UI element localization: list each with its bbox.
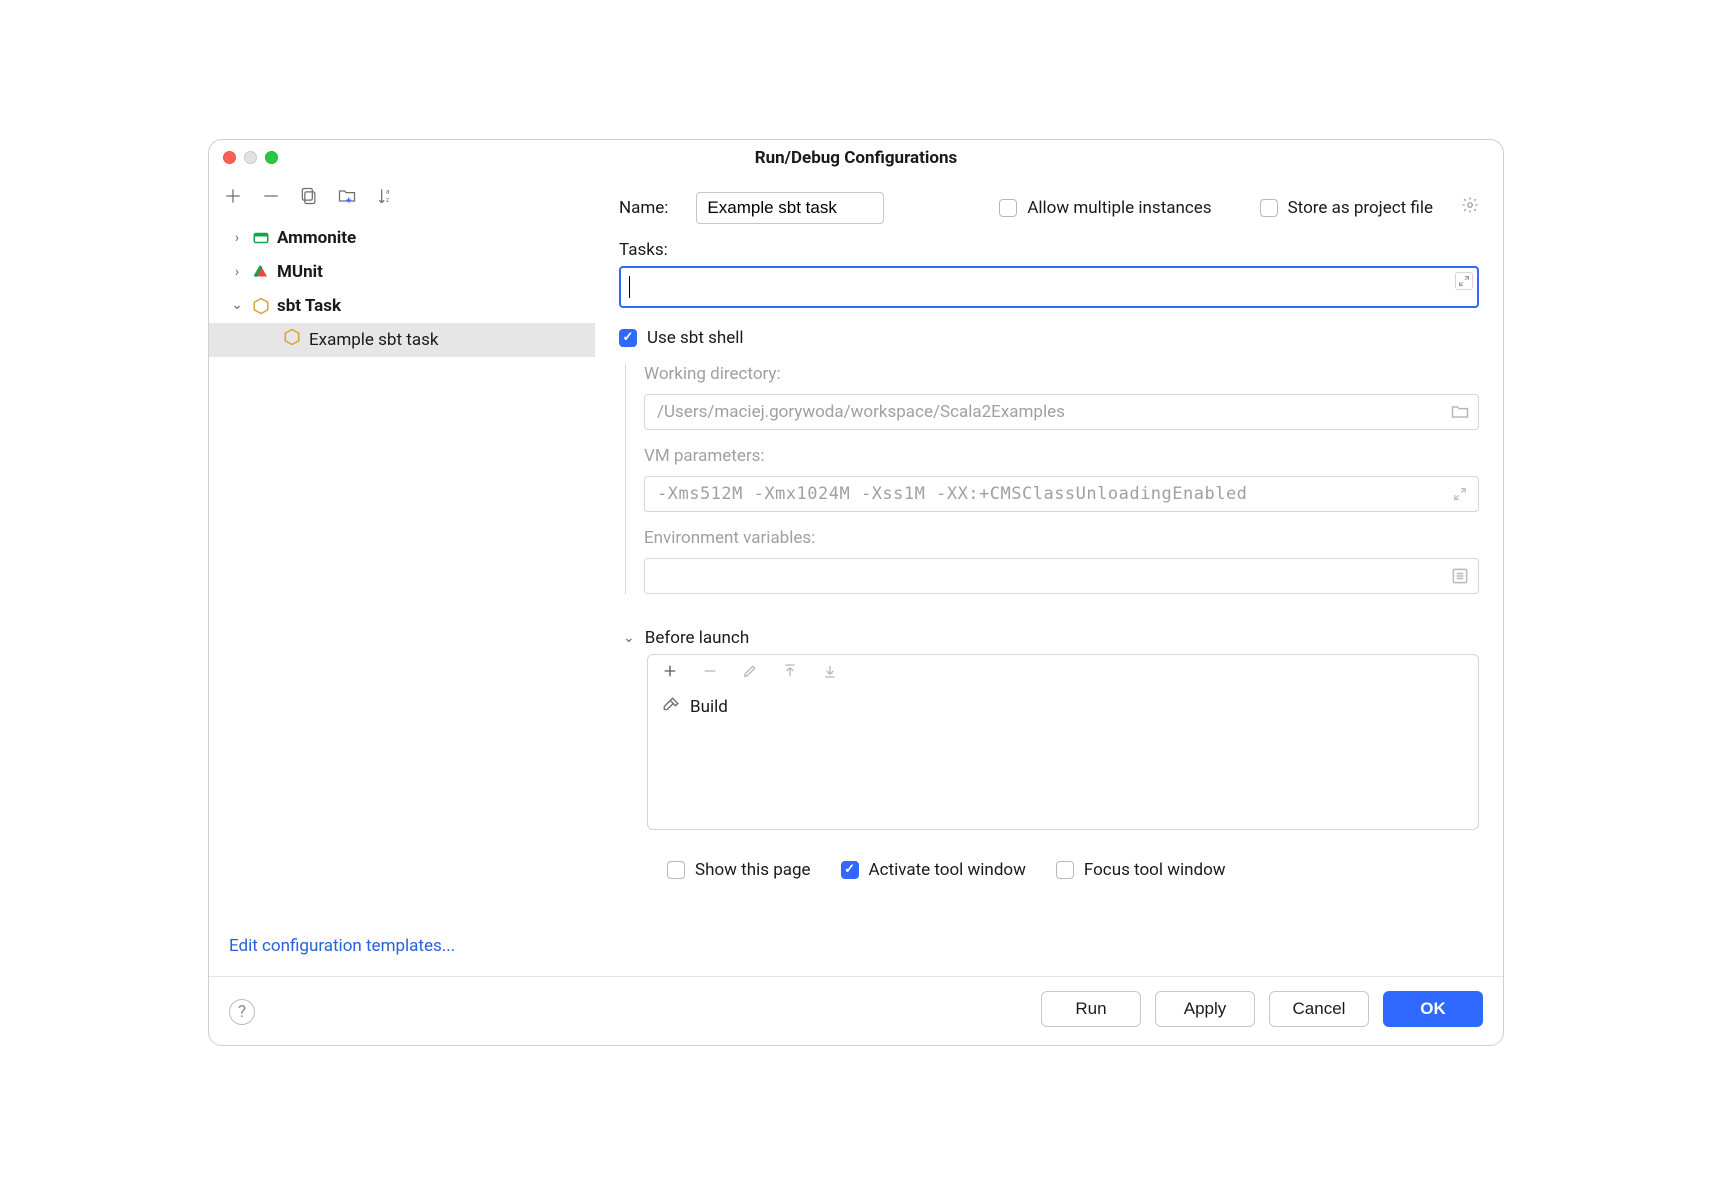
vm-params-label: VM parameters: — [644, 446, 1479, 466]
folder-icon — [1450, 402, 1470, 422]
list-icon — [1450, 566, 1470, 586]
config-tree[interactable]: › Ammonite › MUnit ⌄ — [209, 219, 595, 922]
chevron-right-icon: › — [229, 230, 245, 246]
checkbox-icon — [667, 861, 685, 879]
chevron-down-icon: ⌄ — [623, 630, 635, 646]
before-launch-list: Build — [647, 654, 1479, 830]
window-minimize-icon — [244, 151, 257, 164]
window-close-icon[interactable] — [223, 151, 236, 164]
checkbox-icon — [1260, 199, 1278, 217]
checkbox-icon — [841, 861, 859, 879]
checkbox-label: Focus tool window — [1084, 860, 1226, 880]
checkbox-label: Use sbt shell — [647, 328, 744, 348]
traffic-lights — [223, 151, 278, 164]
tree-node-label: MUnit — [277, 262, 323, 282]
checkbox-icon — [999, 199, 1017, 217]
before-launch-item-build[interactable]: Build — [648, 692, 1478, 723]
focus-tool-window-checkbox[interactable]: Focus tool window — [1056, 860, 1226, 880]
titlebar: Run/Debug Configurations — [209, 140, 1503, 176]
name-label: Name: — [619, 198, 668, 218]
sort-button[interactable]: az — [375, 186, 395, 211]
run-button[interactable]: Run — [1041, 991, 1141, 1027]
env-vars-label: Environment variables: — [644, 528, 1479, 548]
tree-node-munit[interactable]: › MUnit — [209, 255, 595, 289]
move-down-button — [822, 663, 838, 684]
activate-tool-window-checkbox[interactable]: Activate tool window — [841, 860, 1026, 880]
before-launch-header[interactable]: ⌄ Before launch — [619, 628, 1479, 648]
vm-params-value: -Xms512M -Xmx1024M -Xss1M -XX:+CMSClassU… — [657, 484, 1247, 504]
dialog-title: Run/Debug Configurations — [209, 148, 1503, 168]
checkbox-label: Allow multiple instances — [1027, 198, 1211, 218]
help-button[interactable]: ? — [229, 999, 255, 1025]
ok-button[interactable]: OK — [1383, 991, 1483, 1027]
dialog-buttonbar: Run Apply Cancel OK — [209, 976, 1503, 1045]
edit-templates-link[interactable]: Edit configuration templates... — [209, 922, 595, 976]
munit-icon — [251, 262, 271, 282]
sbt-shell-disabled-section: Working directory: /Users/maciej.gorywod… — [625, 364, 1479, 594]
checkbox-icon — [619, 329, 637, 347]
tasks-input[interactable] — [619, 266, 1479, 308]
working-dir-label: Working directory: — [644, 364, 1479, 384]
tree-node-sbt-task[interactable]: ⌄ sbt Task — [209, 289, 595, 323]
sbt-task-icon — [283, 328, 301, 351]
show-this-page-checkbox[interactable]: Show this page — [667, 860, 811, 880]
working-dir-value: /Users/maciej.gorywoda/workspace/Scala2E… — [657, 402, 1065, 422]
run-debug-config-dialog: Run/Debug Configurations az — [208, 139, 1504, 1046]
vm-params-input: -Xms512M -Xmx1024M -Xss1M -XX:+CMSClassU… — [644, 476, 1479, 512]
before-launch-label: Before launch — [645, 628, 749, 648]
sbt-task-icon — [251, 296, 271, 316]
name-input[interactable] — [696, 192, 884, 224]
move-up-button — [782, 663, 798, 684]
tree-node-example-sbt-task[interactable]: Example sbt task — [209, 323, 595, 357]
tree-node-label: Ammonite — [277, 228, 356, 248]
env-vars-input — [644, 558, 1479, 594]
sidebar-toolbar: az — [209, 176, 595, 219]
expand-field-icon — [1450, 484, 1470, 504]
svg-text:z: z — [386, 195, 390, 203]
allow-multiple-checkbox[interactable]: Allow multiple instances — [999, 198, 1211, 218]
chevron-right-icon: › — [229, 264, 245, 280]
edit-task-button — [742, 663, 758, 684]
tree-node-label: Example sbt task — [309, 330, 438, 350]
checkbox-label: Store as project file — [1288, 198, 1433, 218]
checkbox-label: Show this page — [695, 860, 811, 880]
window-zoom-icon[interactable] — [265, 151, 278, 164]
save-folder-button[interactable] — [337, 186, 357, 211]
add-task-button[interactable] — [662, 663, 678, 684]
checkbox-icon — [1056, 861, 1074, 879]
ammonite-icon — [251, 228, 271, 248]
add-config-button[interactable] — [223, 186, 243, 211]
svg-text:a: a — [386, 187, 390, 195]
hammer-icon — [662, 696, 680, 719]
expand-field-icon[interactable] — [1455, 272, 1473, 290]
chevron-down-icon: ⌄ — [229, 297, 245, 313]
config-form: Name: Allow multiple instances Store as … — [595, 176, 1503, 976]
tree-node-ammonite[interactable]: › Ammonite — [209, 221, 595, 255]
use-sbt-shell-checkbox[interactable]: Use sbt shell — [619, 328, 1479, 348]
apply-button[interactable]: Apply — [1155, 991, 1255, 1027]
working-dir-input: /Users/maciej.gorywoda/workspace/Scala2E… — [644, 394, 1479, 430]
tree-node-label: sbt Task — [277, 296, 341, 316]
text-cursor — [629, 276, 630, 298]
before-launch-item-label: Build — [690, 697, 728, 717]
config-sidebar: az › Ammonite › MUnit — [209, 176, 595, 976]
checkbox-label: Activate tool window — [869, 860, 1026, 880]
before-launch-toolbar — [648, 655, 1478, 692]
copy-config-button[interactable] — [299, 186, 319, 211]
cancel-button[interactable]: Cancel — [1269, 991, 1369, 1027]
tasks-label: Tasks: — [619, 240, 1479, 260]
store-as-project-checkbox[interactable]: Store as project file — [1260, 198, 1433, 218]
remove-config-button[interactable] — [261, 186, 281, 211]
remove-task-button — [702, 663, 718, 684]
gear-icon[interactable] — [1461, 196, 1479, 219]
